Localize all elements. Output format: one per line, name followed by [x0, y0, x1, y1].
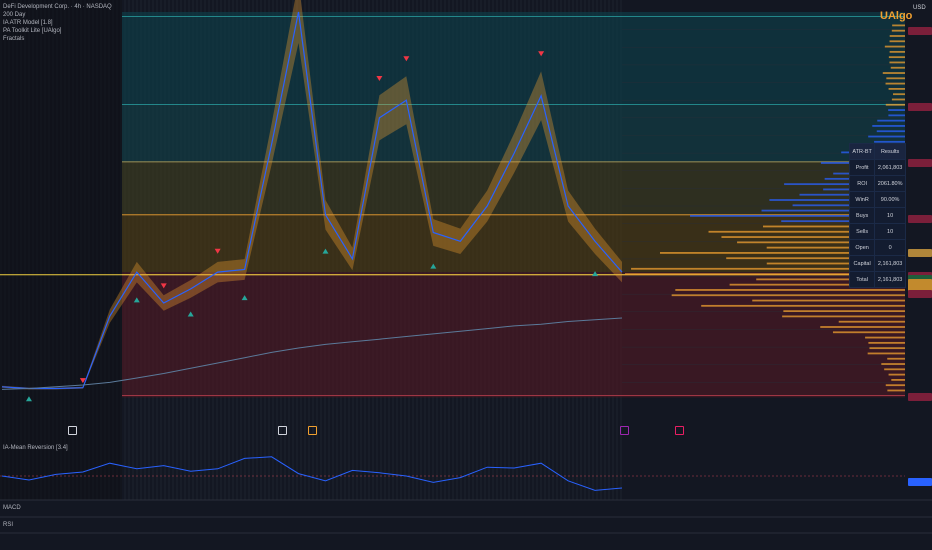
volume-profile-bar: [888, 373, 905, 376]
volume-profile-bar: [882, 72, 905, 74]
rsi-pane-label[interactable]: RSI: [3, 522, 13, 528]
header-cell: ATR-BT: [848, 143, 876, 160]
backtest-header-row: ATR-BT Results: [848, 143, 906, 160]
currency-label[interactable]: USD: [913, 5, 926, 11]
volume-profile-bar: [891, 98, 905, 101]
backtest-row: WinR 90.00%: [848, 191, 906, 208]
volume-profile-bar: [892, 24, 905, 27]
volume-profile-bar: [885, 384, 905, 387]
volume-profile-bar: [889, 61, 905, 64]
row-value: 10: [874, 207, 906, 224]
volume-profile-bar: [891, 29, 905, 32]
backtest-row: Profit 2,061,803: [848, 159, 906, 176]
volume-profile-bar: [868, 135, 905, 138]
volume-profile-bar: [675, 289, 905, 291]
event-badge: [278, 426, 287, 435]
backtest-row: Sells 10: [848, 223, 906, 240]
row-value: 2061.80%: [874, 175, 906, 192]
price-label: [908, 478, 932, 486]
event-badge: [675, 426, 684, 435]
level-band: [122, 272, 905, 398]
volume-profile-bar: [782, 315, 905, 318]
event-badge: [68, 426, 77, 435]
header-cell: Results: [874, 143, 906, 160]
row-value: 2,161,803: [874, 271, 906, 288]
volume-profile-bar: [671, 294, 905, 297]
macd-pane-label[interactable]: MACD: [3, 505, 21, 511]
indicator-200day[interactable]: 200 Day: [3, 11, 112, 19]
row-key: Profit: [848, 159, 876, 176]
volume-profile-bar: [881, 363, 905, 365]
backtest-row: Open 0: [848, 239, 906, 256]
volume-profile-bar: [888, 56, 905, 59]
price-label: [908, 103, 932, 112]
row-value: 90.00%: [874, 191, 906, 208]
volume-profile-bar: [888, 114, 905, 117]
volume-profile-bar: [872, 125, 905, 127]
symbol-title[interactable]: DeFi Development Corp. · 4h · NASDAQ: [3, 3, 112, 11]
chart-stage[interactable]: DeFi Development Corp. · 4h · NASDAQ 200…: [0, 0, 932, 550]
row-value: 2,061,803: [874, 159, 906, 176]
volume-profile-bar: [701, 304, 905, 307]
backtest-row: ROI 2061.80%: [848, 175, 906, 192]
mean-reversion-pane-label[interactable]: IA-Mean Reversion [3.4]: [3, 445, 68, 451]
volume-profile-bar: [783, 310, 905, 313]
level-band: [122, 12, 905, 105]
volume-profile-bar: [890, 66, 905, 69]
indicator-fractals[interactable]: Fractals: [3, 35, 112, 43]
volume-profile-bar: [876, 130, 905, 133]
price-label: [908, 290, 932, 299]
price-label: [908, 248, 932, 257]
volume-profile-bar: [868, 341, 905, 344]
price-label: [908, 215, 932, 224]
indicator-pa-toolkit[interactable]: PA Toolkit Lite [UAlgo]: [3, 27, 112, 35]
volume-profile-bar: [885, 82, 905, 85]
chart-legend: DeFi Development Corp. · 4h · NASDAQ 200…: [3, 3, 112, 43]
early-shade: [0, 0, 122, 500]
backtest-row: Capital 2,161,803: [848, 255, 906, 272]
brand-logo: UAlgo: [880, 10, 913, 22]
backtest-row: Buys 10: [848, 207, 906, 224]
event-badge: [620, 426, 629, 435]
backtest-row: Total 2,161,803: [848, 271, 906, 288]
volume-profile-bar: [865, 336, 905, 339]
volume-profile-bar: [887, 389, 905, 392]
volume-profile-bar: [887, 357, 905, 360]
volume-profile-bar: [889, 50, 905, 53]
indicator-atr-model[interactable]: IA ATR Model [1.8]: [3, 19, 112, 27]
volume-profile-bar: [885, 103, 905, 106]
volume-profile-bar: [869, 347, 905, 350]
row-value: 2,161,803: [874, 255, 906, 272]
event-badge: [308, 426, 317, 435]
backtest-table: ATR-BT Results Profit 2,061,803 ROI 2061.8…: [848, 143, 906, 288]
price-chart[interactable]: [0, 0, 932, 550]
row-key: ROI: [848, 175, 876, 192]
volume-profile-bar: [832, 331, 905, 334]
volume-profile-bar: [888, 109, 905, 111]
volume-profile-bar: [884, 45, 905, 48]
price-label: [908, 158, 932, 167]
volume-profile-bar: [889, 40, 905, 43]
row-key: Buys: [848, 207, 876, 224]
price-label: [908, 27, 932, 36]
row-value: 0: [874, 239, 906, 256]
volume-profile-bar: [893, 93, 905, 96]
row-key: Total: [848, 271, 876, 288]
volume-profile-bar: [867, 352, 905, 355]
volume-profile-bar: [891, 379, 905, 381]
volume-profile-bar: [889, 35, 905, 37]
row-key: WinR: [848, 191, 876, 208]
volume-profile-bar: [838, 320, 905, 323]
volume-profile-bar: [886, 77, 905, 80]
volume-profile-bar: [752, 299, 905, 302]
volume-profile-bar: [888, 88, 905, 90]
volume-profile-bar: [877, 119, 905, 122]
row-key: Open: [848, 239, 876, 256]
price-label: [908, 393, 932, 402]
row-value: 10: [874, 223, 906, 240]
volume-profile-bar: [820, 326, 905, 328]
row-key: Capital: [848, 255, 876, 272]
row-key: Sells: [848, 223, 876, 240]
volume-profile-bar: [884, 368, 905, 371]
